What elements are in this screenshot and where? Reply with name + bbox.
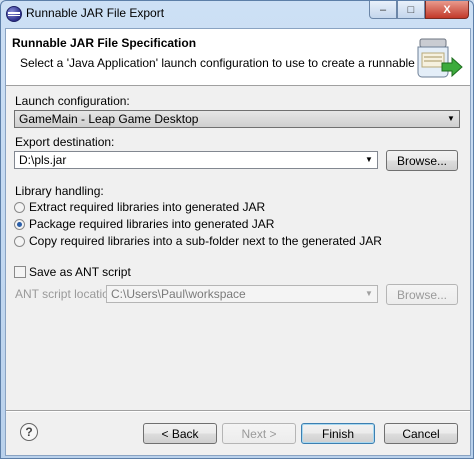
- window-title: Runnable JAR File Export: [26, 6, 165, 20]
- eclipse-icon: [6, 6, 22, 22]
- export-browse-button[interactable]: Browse...: [386, 150, 458, 171]
- launch-config-select[interactable]: GameMain - Leap Game Desktop ▼: [14, 110, 460, 128]
- save-ant-checkbox[interactable]: [14, 266, 26, 278]
- jar-export-icon: [417, 38, 463, 78]
- footer-divider: [6, 410, 470, 412]
- wizard-header: Runnable JAR File Specification Select a…: [6, 29, 470, 86]
- chevron-down-icon[interactable]: ▼: [361, 152, 377, 168]
- export-destination-label: Export destination:: [15, 135, 115, 149]
- page-description: Select a 'Java Application' launch confi…: [20, 56, 445, 70]
- copy-libraries-label[interactable]: Copy required libraries into a sub-folde…: [29, 234, 382, 248]
- title-bar[interactable]: Runnable JAR File Export – □ X: [1, 1, 473, 27]
- dialog-window: Runnable JAR File Export – □ X Runnable …: [0, 0, 474, 459]
- copy-libraries-radio[interactable]: [14, 236, 25, 247]
- library-handling-label: Library handling:: [15, 184, 104, 198]
- window-controls: – □ X: [369, 1, 469, 19]
- back-button[interactable]: < Back: [143, 423, 217, 444]
- finish-button[interactable]: Finish: [301, 423, 375, 444]
- ant-location-value: C:\Users\Paul\workspace: [111, 287, 246, 301]
- ant-location-input[interactable]: C:\Users\Paul\workspace ▼: [106, 285, 378, 303]
- ant-location-label: ANT script location:: [15, 287, 119, 301]
- save-ant-label[interactable]: Save as ANT script: [29, 265, 131, 279]
- page-title: Runnable JAR File Specification: [12, 36, 197, 50]
- dialog-content: Runnable JAR File Specification Select a…: [5, 28, 471, 456]
- chevron-down-icon[interactable]: ▼: [361, 286, 377, 302]
- ant-browse-button[interactable]: Browse...: [386, 284, 458, 305]
- minimize-button[interactable]: –: [369, 1, 397, 19]
- export-destination-input[interactable]: D:\pls.jar ▼: [14, 151, 378, 169]
- launch-config-value: GameMain - Leap Game Desktop: [19, 112, 199, 126]
- help-icon[interactable]: ?: [20, 423, 38, 441]
- package-libraries-label[interactable]: Package required libraries into generate…: [29, 217, 274, 231]
- maximize-button[interactable]: □: [397, 1, 425, 19]
- chevron-down-icon[interactable]: ▼: [443, 111, 459, 127]
- package-libraries-radio[interactable]: [14, 219, 25, 230]
- extract-libraries-radio[interactable]: [14, 202, 25, 213]
- next-button[interactable]: Next >: [222, 423, 296, 444]
- cancel-button[interactable]: Cancel: [384, 423, 458, 444]
- launch-config-label: Launch configuration:: [15, 94, 130, 108]
- export-destination-value: D:\pls.jar: [19, 153, 67, 167]
- close-button[interactable]: X: [425, 1, 469, 19]
- extract-libraries-label[interactable]: Extract required libraries into generate…: [29, 200, 265, 214]
